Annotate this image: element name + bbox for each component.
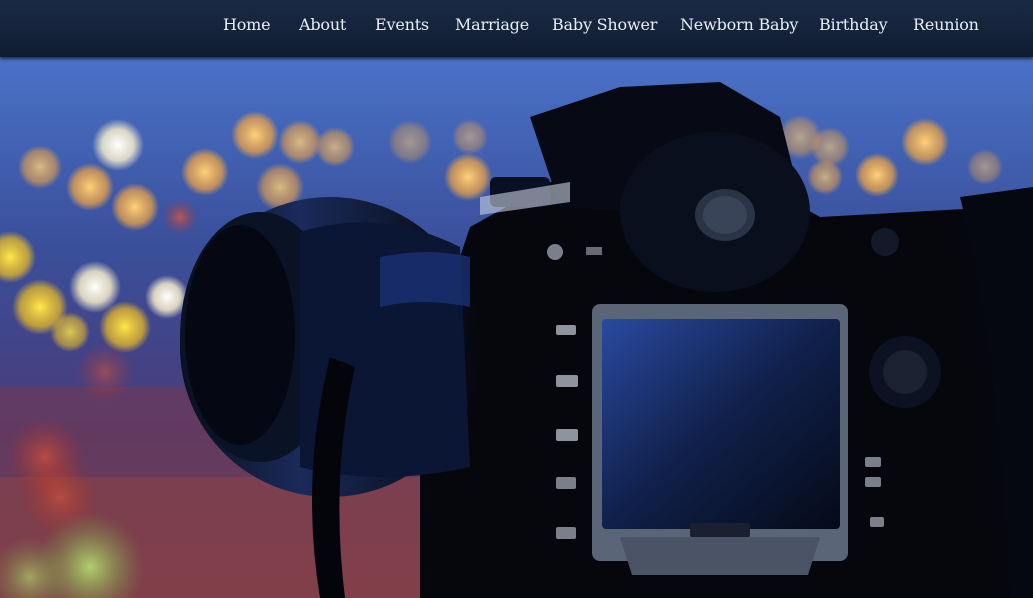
hero-banner-image [0,57,1033,598]
camera-photo [0,57,1033,598]
top-navigation-bar: Home About Events Marriage Baby Shower N… [0,0,1033,57]
nav-item-events[interactable]: Events [375,15,429,34]
nav-item-about[interactable]: About [299,15,346,34]
nav-item-home[interactable]: Home [223,15,271,34]
nav-item-birthday[interactable]: Birthday [819,15,888,34]
nav-menu: Home About Events Marriage Baby Shower N… [0,0,1033,52]
nav-item-baby-shower[interactable]: Baby Shower [552,15,657,34]
nav-item-reunion[interactable]: Reunion [913,15,979,34]
nav-item-newborn-baby[interactable]: Newborn Baby [680,15,798,34]
nav-item-marriage[interactable]: Marriage [455,15,529,34]
